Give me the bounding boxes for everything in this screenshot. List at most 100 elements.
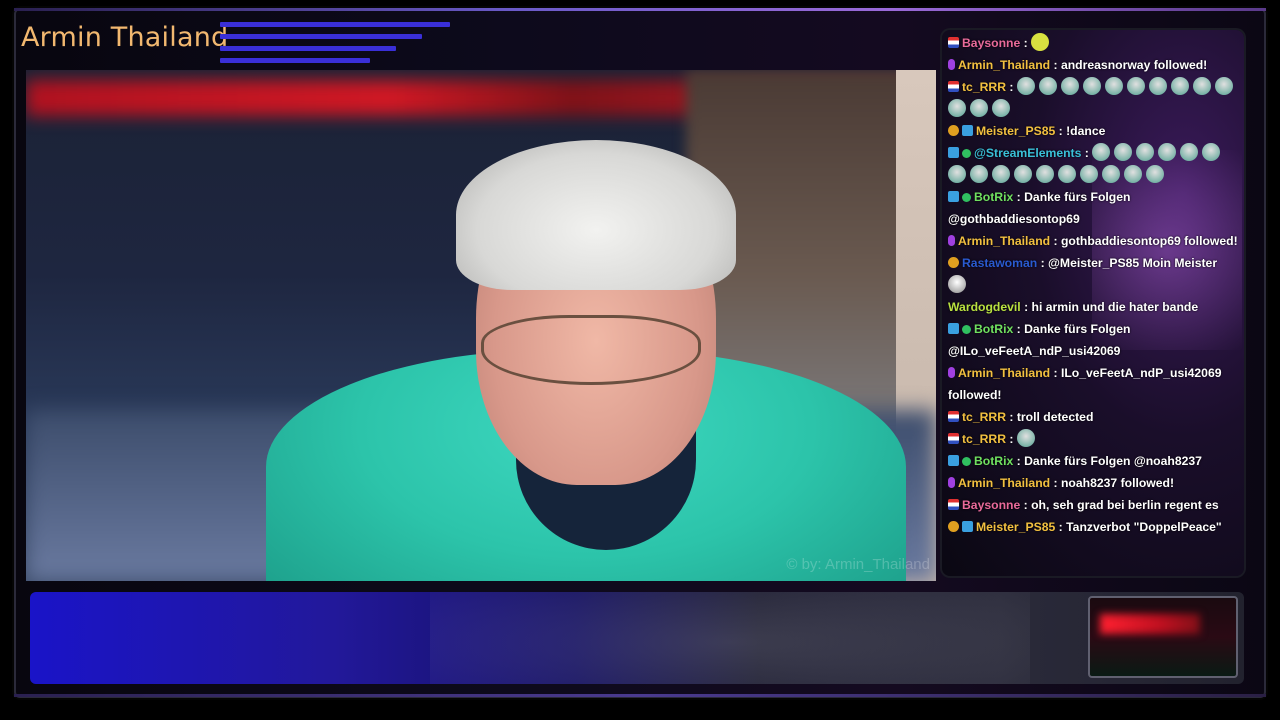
mod-badge-icon <box>948 455 959 466</box>
chat-username[interactable]: Meister_PS85 <box>976 520 1055 534</box>
bottom-banner <box>30 592 1244 684</box>
ghost2-emote-icon <box>948 275 966 293</box>
chat-message: BotRix : Danke fürs Folgen @noah8237 <box>948 450 1242 472</box>
dance-emote-icon <box>1202 143 1221 161</box>
chat-separator: : <box>1050 366 1061 380</box>
chat-username[interactable]: @StreamElements <box>974 146 1081 160</box>
chat-message: @StreamElements : <box>948 142 1242 186</box>
chat-text: Tanzverbot "DoppelPeace" <box>1066 520 1222 534</box>
check-badge-icon <box>962 325 971 334</box>
chat-separator: : <box>1006 80 1017 94</box>
chat-message: tc_RRR : troll detected <box>948 406 1242 428</box>
chat-message: Armin_Thailand : gothbaddiesontop69 foll… <box>948 230 1242 252</box>
chat-separator: : <box>1020 300 1032 314</box>
flag-badge-icon <box>948 433 959 444</box>
chat-text: andreasnorway followed! <box>1060 58 1208 72</box>
chat-text: gothbaddiesontop69 followed! <box>1060 234 1238 248</box>
dance-emote-icon <box>1014 165 1032 183</box>
chat-message: Armin_Thailand : ILo_veFeetA_ndP_usi4206… <box>948 362 1242 406</box>
chat-username[interactable]: BotRix <box>974 190 1013 204</box>
ghost-emote-icon <box>970 99 988 117</box>
ghost-emote-icon <box>1060 77 1079 95</box>
chat-username[interactable]: Armin_Thailand <box>958 366 1050 380</box>
chat-username[interactable]: Baysonne <box>962 36 1020 50</box>
dance-emote-icon <box>1124 165 1142 183</box>
chat-separator: : <box>1050 58 1061 72</box>
chat-message: Wardogdevil : hi armin und die hater ban… <box>948 296 1242 318</box>
mod-badge-icon <box>962 521 973 532</box>
flag-badge-icon <box>948 499 959 510</box>
chat-separator: : <box>1050 234 1061 248</box>
mod-badge-icon <box>948 323 959 334</box>
chat-username[interactable]: Meister_PS85 <box>976 124 1055 138</box>
chat-separator: : <box>1081 146 1093 160</box>
chat-username[interactable]: BotRix <box>974 322 1013 336</box>
chat-message: Baysonne : oh, seh grad bei berlin regen… <box>948 494 1242 516</box>
ghost-emote-icon <box>1126 77 1145 95</box>
dance-emote-icon <box>1158 143 1177 161</box>
chat-message: Rastawoman : @Meister_PS85 Moin Meister <box>948 252 1242 296</box>
ghost-emote-icon <box>992 99 1010 117</box>
chat-separator: : <box>1006 410 1017 424</box>
chat-separator: : <box>1013 190 1025 204</box>
chat-message-list: Baysonne : Armin_Thailand : andreasnorwa… <box>948 32 1242 538</box>
chat-message: BotRix : Danke fürs Folgen @ILo_veFeetA_… <box>948 318 1242 362</box>
camera-watermark: © by: Armin_Thailand <box>786 556 930 573</box>
mic-badge-icon <box>948 59 955 70</box>
ghost-emote-icon <box>1214 77 1233 95</box>
chat-text: !dance <box>1066 124 1106 138</box>
chat-username[interactable]: Armin_Thailand <box>958 476 1050 490</box>
chat-username[interactable]: BotRix <box>974 454 1013 468</box>
ghost-emote-icon <box>948 99 966 117</box>
check-badge-icon <box>962 149 971 158</box>
frog-emote-icon <box>1031 33 1050 51</box>
chat-text: troll detected <box>1016 410 1094 424</box>
streamer-title: Armin Thailand <box>21 22 229 53</box>
mod-badge-icon <box>948 191 959 202</box>
chat-separator: : <box>1020 498 1032 512</box>
ghost-emote-icon <box>1016 77 1035 95</box>
ghost-emote-icon <box>1082 77 1101 95</box>
secondary-camera-light <box>1100 614 1200 634</box>
chat-text: oh, seh grad bei berlin regent es <box>1031 498 1219 512</box>
secondary-camera <box>1088 596 1238 678</box>
dance-emote-icon <box>1146 165 1164 183</box>
chat-separator: : <box>1055 124 1067 138</box>
chat-panel[interactable]: Baysonne : Armin_Thailand : andreasnorwa… <box>942 30 1244 576</box>
dance-emote-icon <box>1102 165 1120 183</box>
gold-badge-icon <box>948 125 959 136</box>
title-decor-bars <box>220 22 460 66</box>
chat-username[interactable]: Rastawoman <box>962 256 1037 270</box>
ghost-emote-icon <box>1104 77 1123 95</box>
chat-username[interactable]: tc_RRR <box>962 410 1006 424</box>
dance-emote-icon <box>1080 165 1098 183</box>
dance-emote-icon <box>992 165 1010 183</box>
chat-text: hi armin und die hater bande <box>1031 300 1199 314</box>
mic-badge-icon <box>948 235 955 246</box>
mod-badge-icon <box>948 147 959 158</box>
chat-separator: : <box>1013 454 1025 468</box>
ghost-emote-icon <box>1016 429 1035 447</box>
ghost-emote-icon <box>1170 77 1189 95</box>
gold-badge-icon <box>948 521 959 532</box>
chat-username[interactable]: tc_RRR <box>962 432 1006 446</box>
chat-username[interactable]: Baysonne <box>962 498 1020 512</box>
chat-username[interactable]: tc_RRR <box>962 80 1006 94</box>
chat-separator: : <box>1055 520 1067 534</box>
chat-separator: : <box>1020 36 1032 50</box>
check-badge-icon <box>962 193 971 202</box>
chat-message: Armin_Thailand : andreasnorway followed! <box>948 54 1242 76</box>
check-badge-icon <box>962 457 971 466</box>
chat-separator: : <box>1050 476 1061 490</box>
chat-username[interactable]: Armin_Thailand <box>958 234 1050 248</box>
chat-username[interactable]: Armin_Thailand <box>958 58 1050 72</box>
gold-badge-icon <box>948 257 959 268</box>
chat-username[interactable]: Wardogdevil <box>948 300 1021 314</box>
dance-emote-icon <box>1180 143 1199 161</box>
dance-emote-icon <box>948 165 966 183</box>
ghost-emote-icon <box>1148 77 1167 95</box>
chat-message: tc_RRR : <box>948 428 1242 450</box>
ghost-emote-icon <box>1192 77 1211 95</box>
webcam-feed: © by: Armin_Thailand <box>26 70 936 581</box>
overlay-top-accent <box>14 8 1266 11</box>
